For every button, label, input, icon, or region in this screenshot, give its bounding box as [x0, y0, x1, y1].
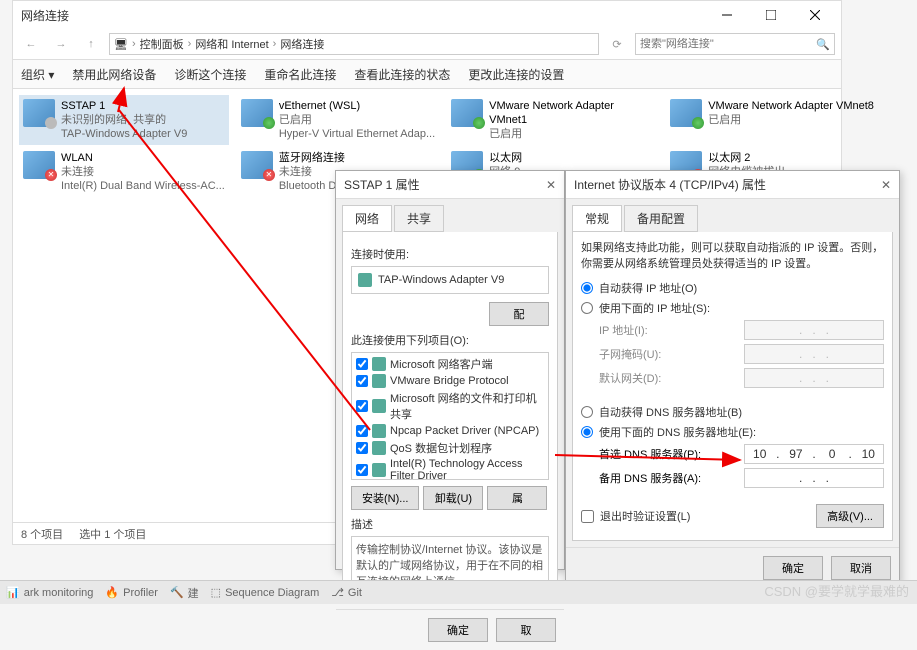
description-label: 描述: [351, 516, 549, 532]
protocol-icon: [372, 424, 386, 438]
protocol-checkbox[interactable]: [356, 358, 368, 370]
search-box[interactable]: 🔍: [635, 33, 835, 55]
network-adapter-icon: [241, 99, 273, 127]
tab-monitoring[interactable]: 📊 ark monitoring: [6, 586, 93, 599]
forward-button[interactable]: →: [49, 32, 73, 56]
protocol-list[interactable]: Microsoft 网络客户端VMware Bridge ProtocolMic…: [351, 352, 549, 480]
watermark: CSDN @要学就学最难的: [764, 581, 909, 600]
tab-network[interactable]: 网络: [342, 205, 392, 232]
uninstall-button[interactable]: 卸载(U): [423, 486, 483, 510]
ipv4-properties-dialog: Internet 协议版本 4 (TCP/IPv4) 属性 ✕ 常规 备用配置 …: [565, 170, 900, 585]
protocol-checkbox[interactable]: [356, 464, 368, 476]
protocol-item[interactable]: QoS 数据包计划程序: [354, 439, 546, 457]
adapter-item[interactable]: vEthernet (WSL)已启用Hyper-V Virtual Ethern…: [237, 95, 439, 145]
adapter-item[interactable]: WLAN未连接Intel(R) Dual Band Wireless-AC...: [19, 147, 229, 197]
validate-checkbox[interactable]: [581, 510, 594, 523]
gateway-field: . . .: [744, 368, 884, 388]
network-adapter-icon: [670, 99, 702, 127]
protocol-checkbox[interactable]: [356, 442, 368, 454]
view-status[interactable]: 查看此连接的状态: [354, 66, 450, 83]
organize-menu[interactable]: 组织 ▾: [21, 66, 54, 83]
manual-ip-radio[interactable]: [581, 302, 593, 314]
adapter-item[interactable]: VMware Network Adapter VMnet1已启用: [447, 95, 658, 145]
tab-general[interactable]: 常规: [572, 205, 622, 232]
network-adapter-icon: [451, 99, 483, 127]
close-icon[interactable]: ✕: [881, 178, 891, 192]
computer-icon: 🖥: [114, 38, 128, 51]
tab-sequence[interactable]: ⬚ Sequence Diagram: [211, 586, 320, 599]
protocol-item[interactable]: Intel(R) Technology Access Filter Driver: [354, 457, 546, 480]
maximize-button[interactable]: [749, 1, 793, 29]
tab-profiler[interactable]: 🔥 Profiler: [105, 586, 158, 599]
close-button[interactable]: [793, 1, 837, 29]
ip-address-field: . . .: [744, 320, 884, 340]
close-icon[interactable]: ✕: [546, 178, 556, 192]
protocol-icon: [372, 463, 386, 477]
adapter-name-box: TAP-Windows Adapter V9: [351, 266, 549, 294]
subnet-mask-field: . . .: [744, 344, 884, 364]
auto-ip-radio[interactable]: [581, 282, 593, 294]
item-count: 8 个项目: [21, 526, 63, 542]
protocol-item[interactable]: VMware Bridge Protocol: [354, 373, 546, 389]
protocol-item[interactable]: Npcap Packet Driver (NPCAP): [354, 423, 546, 439]
diagnose-connection[interactable]: 诊断这个连接: [174, 66, 246, 83]
cancel-button[interactable]: 取消: [831, 556, 891, 580]
toolbar: 组织 ▾ 禁用此网络设备 诊断这个连接 重命名此连接 查看此连接的状态 更改此连…: [13, 59, 841, 89]
protocol-checkbox[interactable]: [356, 375, 368, 387]
manual-dns-radio[interactable]: [581, 426, 593, 438]
tab-alternate[interactable]: 备用配置: [624, 205, 698, 232]
adapter-icon: [358, 273, 372, 287]
search-icon: 🔍: [816, 38, 830, 51]
selected-count: 选中 1 个项目: [79, 526, 146, 542]
tab-share[interactable]: 共享: [394, 205, 444, 232]
back-button[interactable]: ←: [19, 32, 43, 56]
titlebar: 网络连接: [13, 1, 841, 29]
protocol-item[interactable]: Microsoft 网络的文件和打印机共享: [354, 389, 546, 423]
preferred-dns-field[interactable]: 10.97.0.10: [744, 444, 884, 464]
change-settings[interactable]: 更改此连接的设置: [468, 66, 564, 83]
rename-connection[interactable]: 重命名此连接: [264, 66, 336, 83]
adapter-item[interactable]: SSTAP 1未识别的网络, 共享的TAP-Windows Adapter V9: [19, 95, 229, 145]
protocol-checkbox[interactable]: [356, 425, 368, 437]
advanced-button[interactable]: 高级(V)...: [816, 504, 884, 528]
configure-button[interactable]: 配: [489, 302, 549, 326]
network-adapter-icon: [23, 99, 55, 127]
dialog-title: SSTAP 1 属性: [344, 176, 420, 193]
network-adapter-icon: [23, 151, 55, 179]
auto-dns-radio[interactable]: [581, 406, 593, 418]
protocol-icon: [372, 399, 386, 413]
items-label: 此连接使用下列项目(O):: [351, 332, 549, 348]
disable-device[interactable]: 禁用此网络设备: [72, 66, 156, 83]
cancel-button[interactable]: 取: [496, 618, 556, 642]
connect-using-label: 连接时使用:: [351, 246, 549, 262]
ok-button[interactable]: 确定: [428, 618, 488, 642]
alternate-dns-field[interactable]: . . .: [744, 468, 884, 488]
protocol-icon: [372, 357, 386, 371]
adapter-item[interactable]: VMware Network Adapter VMnet8已启用: [666, 95, 879, 145]
dialog-title: Internet 协议版本 4 (TCP/IPv4) 属性: [574, 176, 766, 193]
search-input[interactable]: [640, 38, 816, 50]
network-adapter-icon: [241, 151, 273, 179]
protocol-item[interactable]: Microsoft 网络客户端: [354, 355, 546, 373]
ok-button[interactable]: 确定: [763, 556, 823, 580]
up-button[interactable]: ↑: [79, 32, 103, 56]
protocol-icon: [372, 441, 386, 455]
window-title: 网络连接: [17, 7, 705, 24]
minimize-button[interactable]: [705, 1, 749, 29]
breadcrumb[interactable]: 🖥 › 控制面板 › 网络和 Internet › 网络连接: [109, 33, 599, 55]
protocol-icon: [372, 374, 386, 388]
tab-build[interactable]: 🔨 建: [170, 585, 199, 601]
adapter-properties-dialog: SSTAP 1 属性 ✕ 网络 共享 连接时使用: TAP-Windows Ad…: [335, 170, 565, 570]
properties-button[interactable]: 属: [487, 486, 547, 510]
refresh-button[interactable]: ⟳: [605, 32, 629, 56]
protocol-checkbox[interactable]: [356, 400, 368, 412]
tab-git[interactable]: ⎇ Git: [331, 586, 362, 599]
navbar: ← → ↑ 🖥 › 控制面板 › 网络和 Internet › 网络连接 ⟳ 🔍: [13, 29, 841, 59]
install-button[interactable]: 安装(N)...: [351, 486, 419, 510]
tip-text: 如果网络支持此功能，则可以获取自动指派的 IP 设置。否则，你需要从网络系统管理…: [581, 240, 884, 272]
